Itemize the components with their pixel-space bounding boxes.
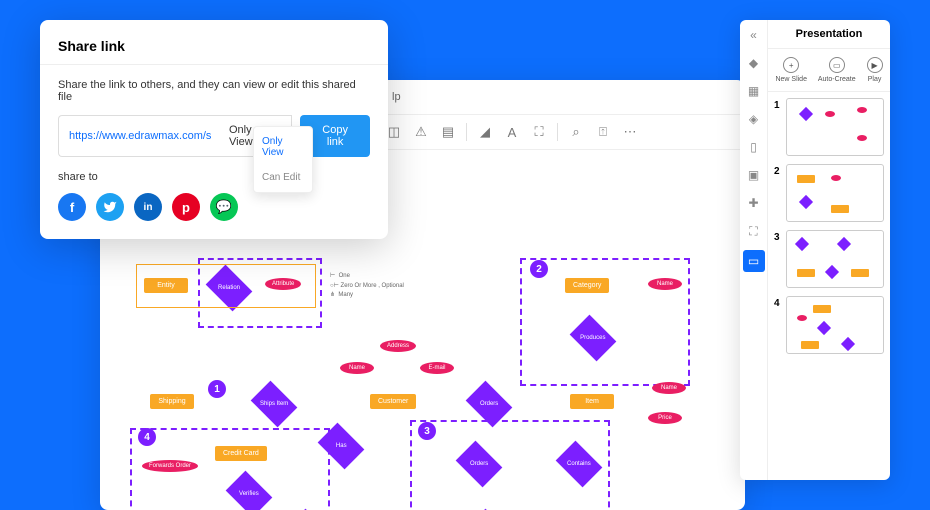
share-pinterest[interactable]: p <box>172 193 200 221</box>
slide-list: 1 2 3 <box>768 92 890 480</box>
legend-text: ⊢ One ○⊢ Zero Or More , Optional ⋔ Many <box>330 272 404 301</box>
node-cat-name[interactable]: Name <box>648 278 682 290</box>
presentation-panel: « ◆ ▦ ◈ ▯ ▣ ✚ ⛶ ▭ Presentation +New Slid… <box>740 20 890 480</box>
node-email[interactable]: E-mail <box>420 362 454 374</box>
share-url-row: Only View ▾ Copy link <box>58 115 370 157</box>
slide-thumb-3[interactable] <box>786 230 884 288</box>
share-facebook[interactable]: f <box>58 193 86 221</box>
badge-1: 1 <box>208 380 226 398</box>
slide-thumb-4[interactable] <box>786 296 884 354</box>
share-url-input[interactable] <box>58 115 221 157</box>
permission-only-view[interactable]: Only View <box>254 129 312 165</box>
menu-help[interactable]: lp <box>392 91 401 103</box>
region-1 <box>198 258 322 328</box>
fullscreen-tool-icon[interactable]: ⛶ <box>745 222 763 240</box>
slide-thumb-1[interactable] <box>786 98 884 156</box>
presentation-tool-icon[interactable]: ▭ <box>743 250 765 272</box>
share-twitter[interactable] <box>96 193 124 221</box>
node-shipping[interactable]: Shipping <box>150 394 194 409</box>
slide-thumb-2[interactable] <box>786 164 884 222</box>
share-line[interactable]: 💬 <box>210 193 238 221</box>
new-slide-button[interactable]: +New Slide <box>775 57 807 83</box>
presentation-title: Presentation <box>768 20 890 49</box>
slide-item: 3 <box>774 230 884 288</box>
share-title: Share link <box>58 38 370 54</box>
more-icon[interactable]: ⋯ <box>621 123 639 141</box>
node-credit-card[interactable]: Credit Card <box>215 446 267 461</box>
auto-create-button[interactable]: ▭Auto-Create <box>818 57 856 83</box>
badge-2: 2 <box>530 260 548 278</box>
slide-item: 1 <box>774 98 884 156</box>
badge-3: 3 <box>418 422 436 440</box>
share-link-modal: Share link Share the link to others, and… <box>40 20 388 239</box>
share-linkedin[interactable]: in <box>134 193 162 221</box>
warning-icon[interactable]: ⚠ <box>412 123 430 141</box>
font-color-icon[interactable]: A <box>503 123 521 141</box>
crop-icon[interactable]: ⛶ <box>530 123 548 141</box>
search-icon[interactable]: ⌕ <box>567 123 585 141</box>
node-price[interactable]: Price <box>648 412 682 424</box>
fill-icon[interactable]: ◢ <box>476 123 494 141</box>
table-icon[interactable]: ▤ <box>439 123 457 141</box>
grid-tool-icon[interactable]: ▦ <box>745 82 763 100</box>
export-icon[interactable]: ⍐ <box>594 123 612 141</box>
node-item[interactable]: Item <box>570 394 614 409</box>
layers-tool-icon[interactable]: ◈ <box>745 110 763 128</box>
presentation-main: Presentation +New Slide ▭Auto-Create ▶Pl… <box>768 20 890 480</box>
node-ships-item[interactable]: Ships Item <box>251 381 298 428</box>
share-description: Share the link to others, and they can v… <box>58 79 370 103</box>
node-name[interactable]: Name <box>340 362 374 374</box>
node-item-name[interactable]: Name <box>652 382 686 394</box>
share-to-label: share to <box>58 171 370 183</box>
badge-4: 4 <box>138 428 156 446</box>
permission-dropdown: Only View Can Edit <box>253 126 313 193</box>
slide-item: 4 <box>774 296 884 354</box>
play-button[interactable]: ▶Play <box>867 57 883 83</box>
image-tool-icon[interactable]: ▣ <box>745 166 763 184</box>
node-forwards[interactable]: Forwards Order <box>142 460 198 472</box>
fill-tool-icon[interactable]: ◆ <box>745 54 763 72</box>
permission-can-edit[interactable]: Can Edit <box>254 165 312 190</box>
node-customer[interactable]: Customer <box>370 394 416 409</box>
node-address[interactable]: Address <box>380 340 416 352</box>
node-category[interactable]: Category <box>565 278 609 293</box>
page-tool-icon[interactable]: ▯ <box>745 138 763 156</box>
clip-tool-icon[interactable]: ✚ <box>745 194 763 212</box>
slide-item: 2 <box>774 164 884 222</box>
collapse-icon[interactable]: « <box>745 26 763 44</box>
presentation-actions: +New Slide ▭Auto-Create ▶Play <box>768 49 890 92</box>
presentation-side-tools: « ◆ ▦ ◈ ▯ ▣ ✚ ⛶ ▭ <box>740 20 768 480</box>
social-row: f in p 💬 <box>58 193 370 221</box>
